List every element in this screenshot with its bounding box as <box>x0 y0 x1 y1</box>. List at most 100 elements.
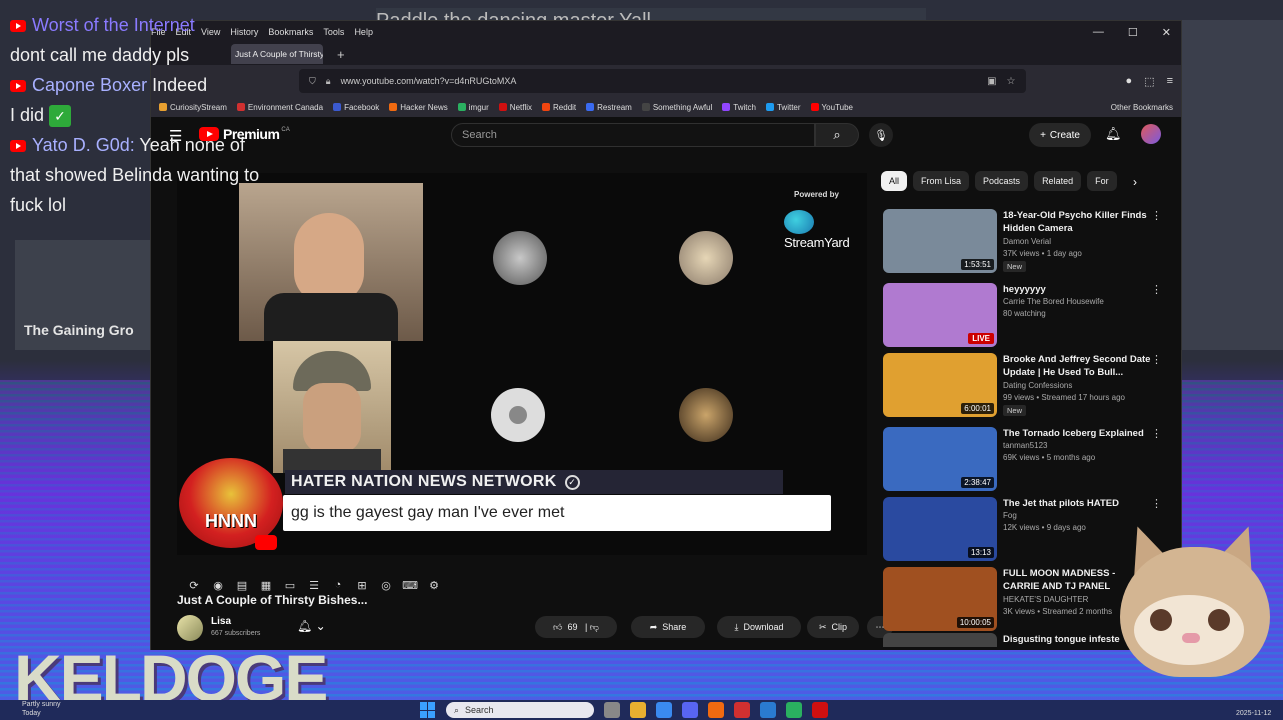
bookmark-hacker-news[interactable]: Hacker News <box>389 103 448 112</box>
bookmark-twitch[interactable]: Twitch <box>722 103 756 112</box>
rec-title[interactable]: The Tornado Iceberg Explained <box>1003 427 1153 440</box>
subscribe-bell-icon[interactable]: 🔔︎ ⌄ <box>297 619 326 633</box>
chip-all[interactable]: All <box>881 171 908 191</box>
kebab-menu-icon[interactable]: ⋮ <box>1151 497 1162 510</box>
kebab-menu-icon[interactable]: ⋮ <box>1151 353 1162 366</box>
bookmark-something-awful[interactable]: Something Awful <box>641 103 712 112</box>
kebab-menu-icon[interactable]: ⋮ <box>1151 283 1162 296</box>
firefox-icon[interactable] <box>708 702 724 718</box>
search-input[interactable]: Search <box>451 123 815 147</box>
video-thumbnail[interactable]: 1:53:51 <box>883 209 997 273</box>
playlist-icon[interactable]: ☰ <box>307 578 321 592</box>
video-thumbnail[interactable]: 2:38:47 <box>883 427 997 491</box>
download-button[interactable]: ⤓ Download <box>717 616 801 638</box>
rec-channel[interactable]: Damon Verial <box>1003 237 1051 246</box>
screenshot-icon[interactable]: ◎ <box>379 578 393 592</box>
close-icon[interactable]: ✕ <box>1162 26 1171 39</box>
bookmark-facebook[interactable]: Facebook <box>333 103 379 112</box>
menu-help[interactable]: Help <box>354 27 373 37</box>
rec-channel[interactable]: HEKATE'S DAUGHTER <box>1003 595 1088 604</box>
chip-for[interactable]: For <box>1087 171 1117 191</box>
thumbs-down-icon[interactable]: | 👎︎ <box>582 622 599 633</box>
list-item[interactable]: 6:00:01 Brooke And Jeffrey Second Date U… <box>883 353 1173 419</box>
video-thumbnail[interactable]: 6:00:01 <box>883 353 997 417</box>
channel-name[interactable]: Lisa <box>211 616 231 627</box>
rec-title[interactable]: heyyyyyy <box>1003 283 1153 296</box>
menu-bookmarks[interactable]: Bookmarks <box>268 27 313 37</box>
thumbs-up-icon[interactable]: 👍︎ <box>553 622 562 633</box>
new-tab-icon[interactable]: + <box>337 47 345 62</box>
video-player[interactable]: Powered by StreamYard HNNN HATER NATION … <box>177 173 867 555</box>
chip-podcasts[interactable]: Podcasts <box>975 171 1029 191</box>
reader-icon[interactable]: ▣ <box>987 76 996 87</box>
rec-title[interactable]: Brooke And Jeffrey Second Date Update | … <box>1003 353 1153 379</box>
search-button[interactable]: ⌕ <box>815 123 859 147</box>
url-text[interactable]: www.youtube.com/watch?v=d4nRUGtoMXA <box>341 76 517 86</box>
list-item[interactable]: LIVE heyyyyyy Carrie The Bored Housewife… <box>883 283 1173 349</box>
rec-channel[interactable]: Fog <box>1003 511 1017 520</box>
loop-icon[interactable]: ⟳ <box>187 578 201 592</box>
list-item[interactable]: 2:38:47 The Tornado Iceberg Explained ta… <box>883 427 1173 493</box>
maximize-icon[interactable]: ☐ <box>1128 26 1138 39</box>
bookmark-twitter[interactable]: Twitter <box>765 103 801 112</box>
edge-icon[interactable] <box>656 702 672 718</box>
clip-button[interactable]: ✂ Clip <box>807 616 859 638</box>
rec-channel[interactable]: tanman5123 <box>1003 441 1047 450</box>
speed-icon[interactable]: ◔ <box>331 578 345 592</box>
taskbar-search[interactable]: ⌕ Search <box>446 702 594 718</box>
like-dislike-button[interactable]: 👍︎ 69 | 👎︎ <box>535 616 617 638</box>
keyboard-icon[interactable]: ⌨ <box>402 578 418 592</box>
audio-icon[interactable]: ◉ <box>211 578 225 592</box>
calendar-icon[interactable]: ▦ <box>259 578 273 592</box>
app-icon[interactable] <box>786 702 802 718</box>
create-button[interactable]: + Create <box>1029 123 1091 147</box>
task-view-icon[interactable] <box>604 702 620 718</box>
channel-avatar[interactable] <box>177 615 203 641</box>
chip-from-lisa[interactable]: From Lisa <box>913 171 970 191</box>
bookmark-reddit[interactable]: Reddit <box>542 103 576 112</box>
app-icon[interactable] <box>734 702 750 718</box>
url-bar[interactable]: ⛉ 🔒︎ www.youtube.com/watch?v=d4nRUGtoMXA… <box>299 69 1026 93</box>
other-bookmarks[interactable]: Other Bookmarks <box>1111 103 1181 112</box>
settings-gear-icon[interactable]: ⚙ <box>427 578 441 592</box>
lock-icon[interactable]: 🔒︎ <box>326 76 331 87</box>
bookmark-imgur[interactable]: imgur <box>457 103 489 112</box>
pip-icon[interactable]: ▭ <box>283 578 297 592</box>
bookmark-netflix[interactable]: Netflix <box>498 103 532 112</box>
add-icon[interactable]: ⊞ <box>355 578 369 592</box>
mic-button[interactable]: 🎙︎ <box>869 123 893 147</box>
rec-title[interactable]: 18-Year-Old Psycho Killer Finds Hidden C… <box>1003 209 1153 235</box>
discord-icon[interactable] <box>682 702 698 718</box>
weather-widget[interactable]: Partly sunny Today <box>22 700 61 718</box>
rec-channel[interactable]: Dating Confessions <box>1003 381 1072 390</box>
captions-icon[interactable]: ▤ <box>235 578 249 592</box>
bookmark-restream[interactable]: Restream <box>586 103 632 112</box>
video-thumbnail[interactable] <box>883 633 997 647</box>
bookmark-youtube[interactable]: YouTube <box>810 103 853 112</box>
account-avatar[interactable] <box>1141 124 1161 144</box>
minimize-icon[interactable]: — <box>1093 26 1104 39</box>
clock[interactable]: 2025-11-12 <box>1236 710 1271 717</box>
kebab-menu-icon[interactable]: ⋮ <box>1151 209 1162 222</box>
rec-title[interactable]: The Jet that pilots HATED <box>1003 497 1153 510</box>
video-thumbnail[interactable]: 13:13 <box>883 497 997 561</box>
file-explorer-icon[interactable] <box>630 702 646 718</box>
app-icon[interactable] <box>760 702 776 718</box>
windows-start-icon[interactable] <box>420 702 436 718</box>
list-item[interactable]: 1:53:51 18-Year-Old Psycho Killer Finds … <box>883 209 1173 275</box>
video-thumbnail[interactable]: LIVE <box>883 283 997 347</box>
shield-icon[interactable]: ⛉ <box>309 76 316 87</box>
chip-related[interactable]: Related <box>1034 171 1082 191</box>
notifications-bell-icon[interactable]: 🔔︎ <box>1105 126 1122 142</box>
menu-icon[interactable]: ≡ <box>1167 75 1173 88</box>
bookmark-star-icon[interactable]: ☆ <box>1007 76 1016 87</box>
rec-channel[interactable]: Carrie The Bored Housewife <box>1003 297 1104 306</box>
share-button[interactable]: ➦ Share <box>631 616 705 638</box>
puzzle-icon[interactable]: ⬚ <box>1144 75 1154 88</box>
extension-icon[interactable]: ● <box>1126 75 1133 88</box>
app-icon[interactable] <box>812 702 828 718</box>
kebab-menu-icon[interactable]: ⋮ <box>1151 427 1162 440</box>
menu-tools[interactable]: Tools <box>323 27 344 37</box>
video-thumbnail[interactable]: 10:00:05 <box>883 567 997 631</box>
chevron-right-icon[interactable]: › <box>1133 175 1137 189</box>
